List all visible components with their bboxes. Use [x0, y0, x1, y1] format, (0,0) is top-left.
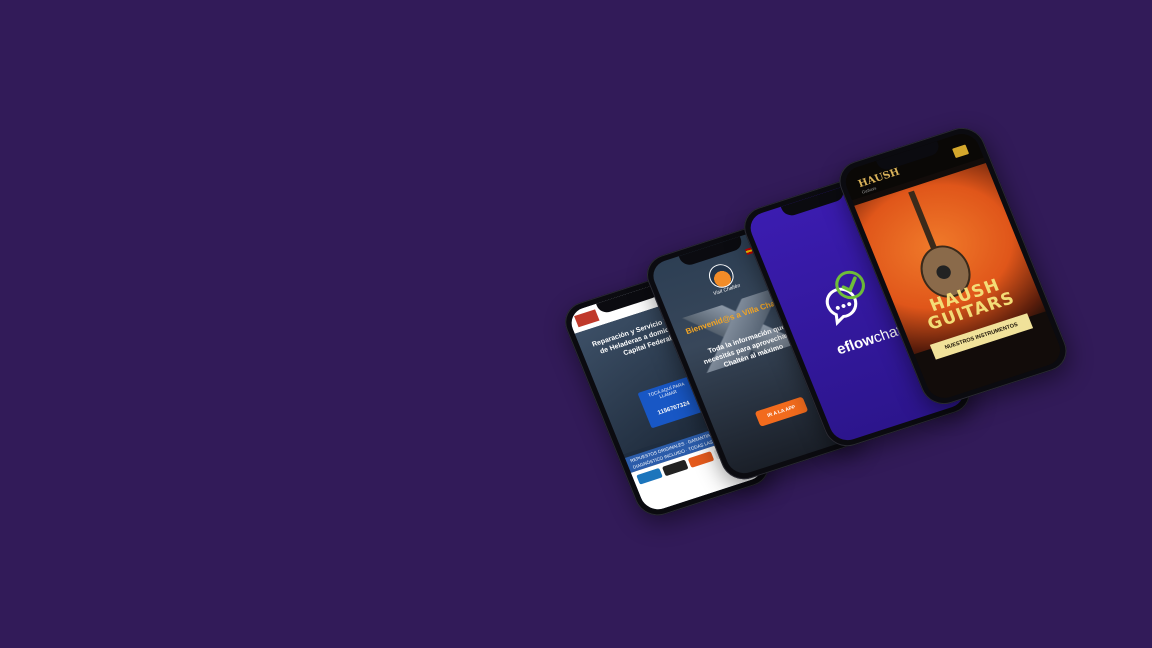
logo-bold: eflow — [834, 330, 878, 359]
app-button[interactable]: IR A LA APP — [754, 396, 809, 427]
repair-logo — [574, 309, 600, 328]
brand-logo — [661, 459, 689, 477]
phone-notch — [678, 236, 745, 268]
phone-notch — [780, 186, 847, 218]
brand-logo — [687, 451, 715, 468]
stage: Reparación y Servicio Técnico de Helader… — [0, 0, 1152, 648]
brand-logo — [636, 467, 663, 485]
